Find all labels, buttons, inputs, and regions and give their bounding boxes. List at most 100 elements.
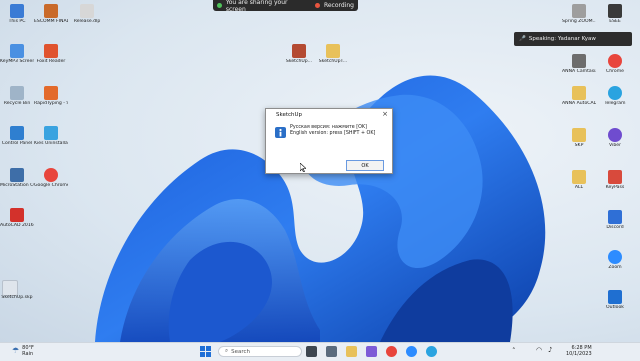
desktop-icon-label: SketchUp.skp [1,295,33,300]
desktop-icon-label: This PC [8,19,26,24]
desktop-icon-label: KeyMP3 Screen... [0,59,34,64]
meet-icon[interactable] [326,346,337,357]
desktop-icon-sketchup-file[interactable]: SketchUp.skp [0,294,34,300]
desktop-icon-anna-autocad[interactable]: ANNA AutoCAD 3D [562,86,596,106]
chrome-taskbar-icon[interactable] [386,346,397,357]
control-panel-icon [10,126,24,140]
desktop-icon-telegram[interactable]: Telegram [598,86,632,106]
chrome-icon [608,54,622,68]
wifi-icon[interactable]: ◠ [536,346,542,354]
desktop-icon-this-pc[interactable]: This PC [0,4,34,24]
search-icon: ⌕ [225,348,229,354]
this-pc-icon [10,4,24,18]
desktop-icon-label: SKP [574,143,584,148]
folder-icon [572,170,586,184]
desktop-icon-kies[interactable]: Kies Uninstalla... [34,126,68,146]
chevron-up-icon[interactable]: ˄ [512,347,516,355]
esee-icon [608,4,622,18]
desktop-icon-label: ALL [574,185,584,190]
desktop-icon-label: Release.dlp [73,19,101,24]
outlook-icon [608,290,622,304]
sketchup-icon [292,44,306,58]
autocad-icon [10,208,24,222]
start-icon[interactable] [200,346,211,357]
archive-icon [44,4,58,18]
desktop-icon-label: Telegram [604,101,626,106]
foxit-icon [44,44,58,58]
desktop-icon-skp[interactable]: SKP [562,128,596,148]
desktop-icon-rapidtyping[interactable]: RapidTyping - Shortcut [34,86,68,106]
desktop-icon-chrome-right[interactable]: Chrome [598,54,632,74]
desktop-icon-camtasia[interactable]: ANNA Camtasia... [562,54,596,74]
info-icon [275,127,286,138]
desktop-icon-escomm[interactable]: ESCOMM FINAL [34,4,68,24]
desktop-icon-label: ANNA AutoCAD 3D [562,101,596,106]
desktop-icon-microstation[interactable]: MicroStation CONNECT... [0,168,34,188]
desktop-icon-label: SketchUpT... [318,59,348,64]
speaker-icon[interactable]: ♪ [548,346,552,354]
desktop-icon-label: ESCOMM FINAL [34,19,68,24]
taskbar-search[interactable]: ⌕ Search [218,346,302,357]
speaking-text: Speaking: Yadanar Kyaw [528,36,596,42]
zoom-taskbar-icon[interactable] [406,346,417,357]
desktop-icon-label: Spring ZOOM... [562,19,596,24]
desktop-icon-viber[interactable]: Viber [598,128,632,148]
desktop-icon-label: MicroStation CONNECT... [0,183,34,188]
task-view-icon[interactable] [306,346,317,357]
desktop-icon-label: AutoCAD 2016 - ... [0,223,34,228]
zoom-icon [608,250,622,264]
telegram-icon [608,86,622,100]
desktop-icon-label: RapidTyping - Shortcut [34,101,68,106]
desktop-icon-control-panel[interactable]: Control Panel [0,126,34,146]
recording-text: Recording [323,2,354,9]
kies-icon [44,126,58,140]
desktop-icon-sketchup-folder[interactable]: SketchUpT... [316,44,350,64]
folder-icon [572,4,586,18]
keypass-icon [608,170,622,184]
chat-icon[interactable] [366,346,377,357]
desktop-icon-chrome[interactable]: Google Chrome [34,168,68,188]
rapidtyping-icon [44,86,58,100]
screen-share-bar[interactable]: You are sharing your screen Recording [213,0,358,13]
discord-icon [608,210,622,224]
desktop-icon-label: Chrome [605,69,625,74]
folder-icon [326,44,340,58]
dialog-message-en: English version: press [SHIFT + OK] [290,131,376,136]
desktop-icon-release[interactable]: Release.dlp [70,4,104,24]
weather-widget[interactable]: ☂ 80°F Rain [12,345,34,357]
dialog-message: Русская версия: нажмите [OK] English ver… [290,125,375,151]
desktop-icon-recycle-bin[interactable]: Recycle Bin [0,86,34,106]
close-icon[interactable]: × [382,110,388,118]
desktop-icon-label: Recycle Bin [3,101,31,106]
clock[interactable]: 6:28 PM 10/1/2023 [566,345,592,357]
desktop-icon-sketchup-installer[interactable]: SketchUp... [282,44,316,64]
telegram-taskbar-icon[interactable] [426,346,437,357]
desktop-icon-zoom[interactable]: Zoom [598,250,632,270]
recycle-bin-icon [10,86,24,100]
desktop-icon-keymp3[interactable]: KeyMP3 Screen... [0,44,34,64]
desktop-icon-label: Zoom [608,265,622,270]
rain-icon: ☂ [12,346,20,355]
desktop-icon-zoom-folder[interactable]: Spring ZOOM... [562,4,596,24]
desktop-icon-esee[interactable]: ESEE [598,4,632,24]
microstation-icon [10,168,24,182]
dialog-title-bar: SketchUp × [266,109,392,120]
desktop-icon-label: ANNA Camtasia... [562,69,596,74]
dialog-title: SketchUp [276,111,303,118]
desktop-icon-outlook[interactable]: Outlook [598,290,632,310]
file-explorer-icon[interactable] [346,346,357,357]
camtasia-icon [572,54,586,68]
search-placeholder: Search [231,348,250,355]
ok-button[interactable]: OK [346,160,384,171]
desktop-icon-label: Viber [609,143,621,148]
desktop-icon-autocad[interactable]: AutoCAD 2016 - ... [0,208,34,228]
sharing-text: You are sharing your screen [225,0,288,13]
desktop-icon-keypass[interactable]: KeyPass [598,170,632,190]
desktop-icon-all[interactable]: ALL [562,170,596,190]
folder-icon [572,86,586,100]
recording-icon [315,3,320,8]
microphone-icon: 🎤 [519,36,526,42]
desktop-icon-discord[interactable]: Discord [598,210,632,230]
desktop-icon-label: ESEE [609,19,621,24]
desktop-icon-foxit[interactable]: Foxit Reader [34,44,68,64]
